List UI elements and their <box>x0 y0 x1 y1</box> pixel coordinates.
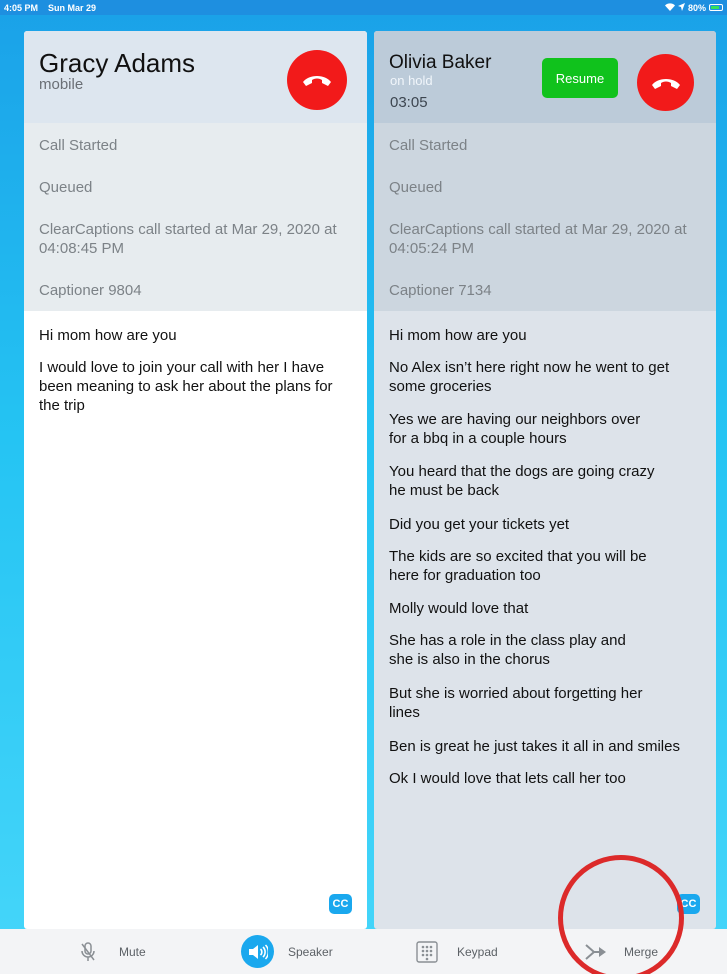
phone-hangup-icon <box>303 76 331 86</box>
caption-message: Hi mom how are you <box>39 327 177 344</box>
call-panel-gracy-adams: Gracy Adams mobile Call Started Queued C… <box>24 31 367 929</box>
status-date: Sun Mar 29 <box>48 2 97 13</box>
call-status: on hold <box>390 73 433 88</box>
hangup-button[interactable] <box>287 50 347 110</box>
call-panel-olivia-baker: Olivia Baker on hold 03:05 Resume Call S… <box>374 31 716 929</box>
keypad-button[interactable]: Keypad <box>414 929 498 974</box>
call-log: Call Started Queued ClearCaptions call s… <box>374 123 716 311</box>
mute-label: Mute <box>119 944 146 959</box>
speaker-label: Speaker <box>288 944 333 959</box>
log-entry: Queued <box>39 179 93 196</box>
status-right: 80% <box>664 2 723 13</box>
speaker-icon <box>241 935 274 968</box>
mute-button[interactable]: Mute <box>77 929 146 974</box>
log-entry: Captioner 7134 <box>389 282 492 299</box>
phone-hangup-icon <box>651 78 680 89</box>
caption-message: Hi mom how are you <box>389 327 527 344</box>
wifi-icon <box>664 2 675 13</box>
log-entry: ClearCaptions call started at Mar 29, 20… <box>39 221 337 257</box>
merge-label: Merge <box>624 944 659 959</box>
merge-button[interactable]: Merge <box>584 929 658 974</box>
caption-message: No Alex isn’t here right now he went to … <box>389 359 670 395</box>
caption-message: Did you get your tickets yet <box>389 516 570 533</box>
caption-message: Molly would love that <box>389 600 529 617</box>
caption-message: Yes we are having our neighbors over for… <box>389 411 641 447</box>
log-entry: ClearCaptions call started at Mar 29, 20… <box>389 221 687 257</box>
call-log: Call Started Queued ClearCaptions call s… <box>24 123 367 311</box>
keypad-label: Keypad <box>457 944 498 959</box>
location-icon <box>677 2 685 13</box>
cc-button[interactable]: CC <box>329 894 352 914</box>
resume-button[interactable]: Resume <box>542 58 618 98</box>
caption-message: The kids are so excited that you will be… <box>389 548 647 584</box>
call-toolbar: Mute Speaker Keypad Merge <box>0 929 727 974</box>
caption-message: Ok I would love that lets call her too <box>389 770 626 787</box>
caller-name: Gracy Adams <box>39 48 196 78</box>
caption-message: I would love to join your call with her … <box>39 359 333 414</box>
call-header: Gracy Adams mobile <box>24 31 367 123</box>
call-timer: 03:05 <box>390 94 428 111</box>
caption-message: She has a role in the class play and she… <box>389 632 626 668</box>
battery-icon <box>709 4 723 11</box>
caption-message: You heard that the dogs are going crazy … <box>389 463 655 499</box>
speaker-button[interactable]: Speaker <box>241 929 333 974</box>
hangup-button[interactable] <box>637 54 694 111</box>
cc-button[interactable]: CC <box>677 894 700 914</box>
keypad-icon <box>414 939 440 965</box>
merge-icon <box>584 941 608 963</box>
caller-subtitle: mobile <box>39 76 84 93</box>
log-entry: Captioner 9804 <box>39 282 142 299</box>
microphone-icon <box>77 941 99 963</box>
status-time: 4:05 PM <box>4 2 39 13</box>
log-entry: Call Started <box>389 137 468 154</box>
caption-message: Ben is great he just takes it all in and… <box>389 738 680 755</box>
caller-name: Olivia Baker <box>389 52 492 73</box>
caption-message: But she is worried about forgetting her … <box>389 685 643 721</box>
status-bar: 4:05 PM Sun Mar 29 80% <box>0 0 727 15</box>
call-header: Olivia Baker on hold 03:05 Resume <box>374 31 716 123</box>
log-entry: Queued <box>389 179 443 196</box>
battery-percent: 80% <box>687 2 706 13</box>
log-entry: Call Started <box>39 137 118 154</box>
